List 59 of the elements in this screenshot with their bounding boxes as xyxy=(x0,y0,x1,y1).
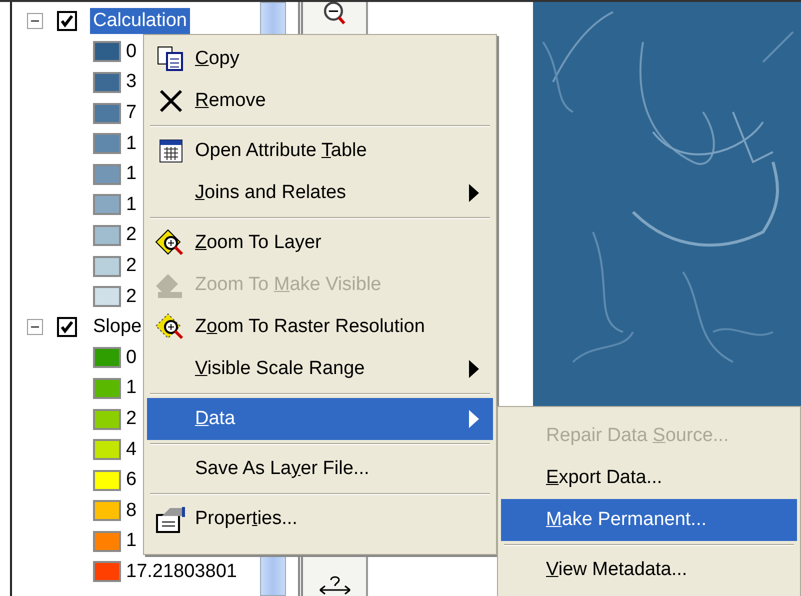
menu-item[interactable]: Zoom To Layer xyxy=(147,222,493,264)
menu-item-label: Zoom To Raster Resolution xyxy=(195,316,425,338)
menu-item-label: Remove xyxy=(195,90,266,112)
menu-item[interactable]: View Metadata... xyxy=(501,549,797,591)
menu-item-label: Copy xyxy=(195,48,240,70)
menu-item-label: Make Permanent... xyxy=(546,509,707,531)
menu-item-label: View Metadata... xyxy=(546,559,688,581)
menu-item-label: Joins and Relates xyxy=(195,182,346,204)
legend-label: 3 xyxy=(126,71,137,94)
legend-label: 6 xyxy=(126,469,137,492)
legend-label: 1 xyxy=(126,132,137,155)
collapse-icon[interactable] xyxy=(27,319,43,336)
legend-label: 2 xyxy=(126,408,137,430)
legend-label: 1 xyxy=(126,377,137,400)
legend-label: 2 xyxy=(126,255,137,278)
menu-item[interactable]: Visible Scale Range xyxy=(147,348,493,390)
menu-item[interactable]: Export Data... xyxy=(501,457,797,499)
submenu-arrow-icon xyxy=(469,410,479,428)
legend-label: 2 xyxy=(126,224,137,246)
legend-label: 1 xyxy=(126,194,137,216)
menu-item[interactable]: Open Attribute Table xyxy=(147,130,493,172)
table-icon xyxy=(158,138,184,164)
menu-item-label: Repair Data Source... xyxy=(546,425,729,447)
menu-item[interactable]: Make Permanent... xyxy=(501,499,797,541)
legend-label: 0 xyxy=(126,40,137,63)
menu-item[interactable]: Data xyxy=(147,398,493,440)
collapse-icon[interactable] xyxy=(27,13,43,30)
help-arrows-icon[interactable] xyxy=(318,576,352,596)
close-icon xyxy=(158,88,184,114)
menu-item-label: Export Data... xyxy=(546,467,662,489)
legend-label: 7 xyxy=(126,102,137,124)
submenu-arrow-icon xyxy=(469,184,479,202)
properties-icon xyxy=(154,504,188,534)
legend-label: 8 xyxy=(126,500,137,522)
legend-label: 1 xyxy=(126,530,137,552)
menu-item[interactable]: Remove xyxy=(147,80,493,122)
menu-item[interactable]: Copy xyxy=(147,38,493,80)
menu-item-label: Zoom To Layer xyxy=(195,232,322,254)
layer-name[interactable]: Calculation xyxy=(90,8,190,34)
menu-item-label: Open Attribute Table xyxy=(195,140,367,162)
menu-item-label: Data xyxy=(195,408,236,430)
menu-item[interactable]: Zoom To Raster Resolution xyxy=(147,306,493,348)
layer-checkbox[interactable] xyxy=(57,317,77,338)
menu-item-label: Save As Layer File... xyxy=(195,458,370,480)
legend-label: 17.21803801 xyxy=(126,560,237,583)
menu-item[interactable]: Properties... xyxy=(147,498,493,540)
legend-label: 2 xyxy=(126,286,137,308)
layer-name[interactable]: Slope xyxy=(90,314,145,340)
menu-item-label: Properties... xyxy=(195,508,298,530)
copy-icon xyxy=(156,46,186,72)
menu-item-label: Visible Scale Range xyxy=(195,358,365,380)
legend-label: 1 xyxy=(126,163,137,186)
menu-item[interactable]: Save As Layer File... xyxy=(147,448,493,490)
legend-label: 0 xyxy=(126,346,137,369)
menu-item-label: Zoom To Make Visible xyxy=(195,274,382,296)
menu-item[interactable]: Joins and Relates xyxy=(147,172,493,214)
legend-label: 4 xyxy=(126,438,137,461)
layer-checkbox[interactable] xyxy=(57,11,77,32)
submenu-arrow-icon xyxy=(469,360,479,378)
